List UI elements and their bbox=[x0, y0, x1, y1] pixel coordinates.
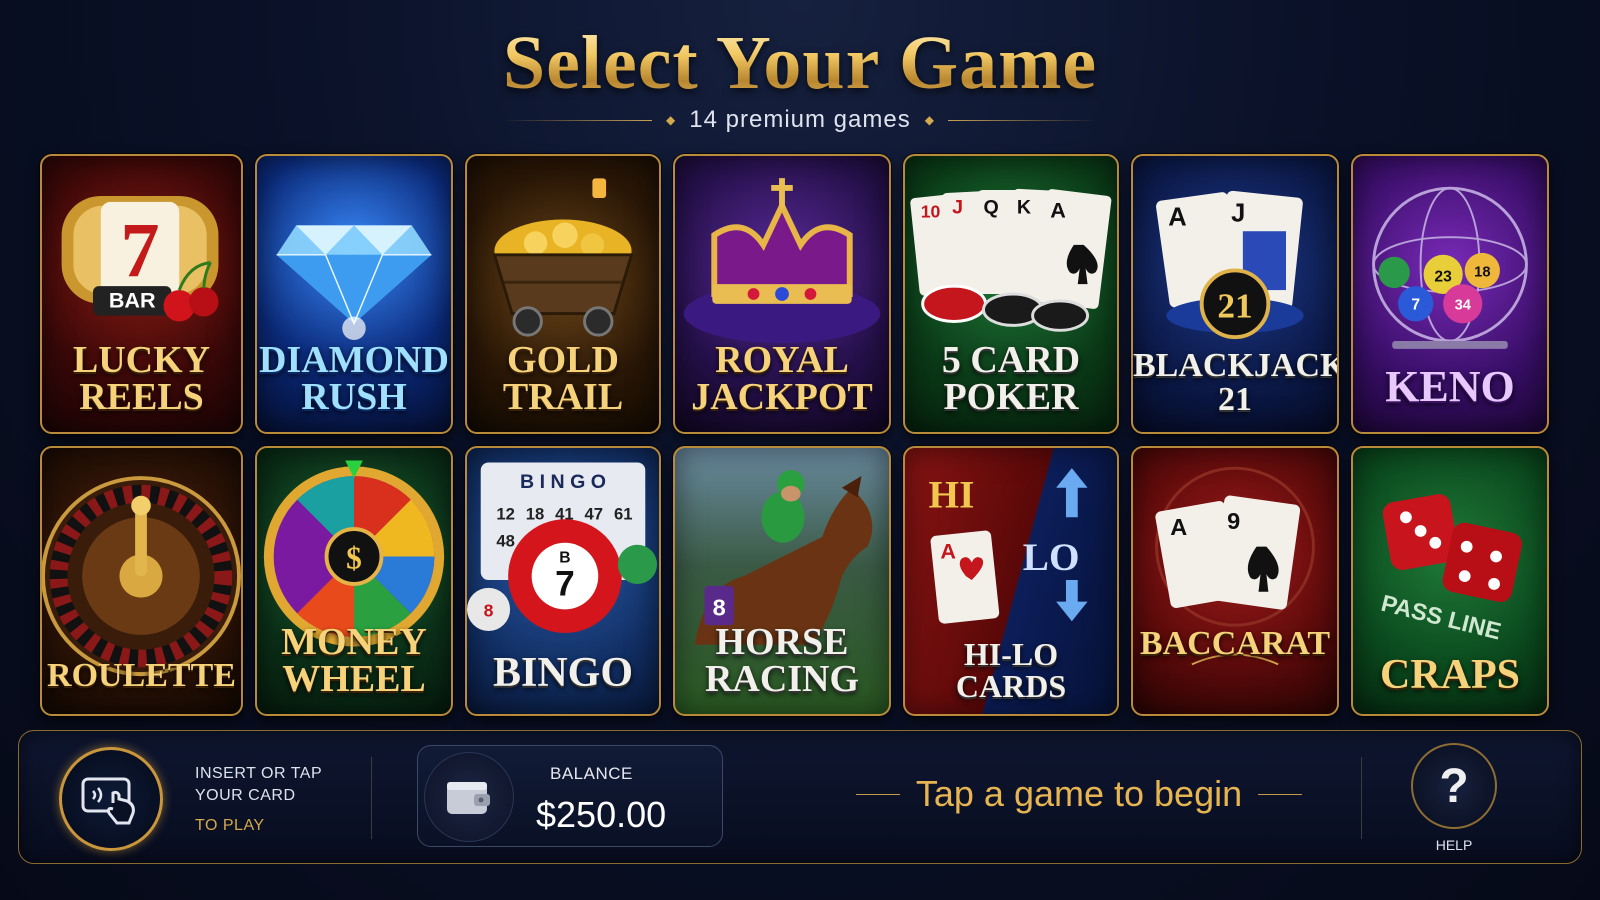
svg-text:9: 9 bbox=[1227, 508, 1240, 534]
balance-label: BALANCE bbox=[550, 764, 633, 783]
svg-text:7: 7 bbox=[555, 565, 575, 604]
wallet-icon bbox=[447, 782, 490, 814]
game-tile-craps[interactable]: PASS LINE CRAPS bbox=[1351, 446, 1549, 716]
game-tile-lucky-reels[interactable]: 7 BAR LUCKY REELS bbox=[40, 154, 243, 434]
game-title: HORSE RACING bbox=[704, 620, 860, 700]
svg-text:18: 18 bbox=[1474, 264, 1490, 280]
wallet-badge bbox=[424, 752, 514, 842]
game-title: LUCKY REELS bbox=[72, 338, 211, 418]
svg-text:8: 8 bbox=[484, 600, 494, 620]
divider-left bbox=[502, 119, 653, 121]
svg-text:7: 7 bbox=[1411, 297, 1420, 314]
subtitle-row: ◆ 14 premium games ◆ bbox=[0, 106, 1600, 134]
game-title: BLACKJACK 21 bbox=[1133, 347, 1339, 418]
bar-divider bbox=[1361, 757, 1362, 839]
to-play-text: TO PLAY bbox=[195, 817, 265, 834]
insert-card-instructions: INSERT OR TAP YOUR CARD TO PLAY bbox=[195, 763, 322, 837]
svg-text:61: 61 bbox=[614, 504, 633, 523]
card-reader-button[interactable] bbox=[59, 747, 163, 851]
game-grid: 7 BAR LUCKY REELS DIAMOND RUSH GOLD TRAI… bbox=[40, 154, 1560, 720]
game-tile-5-card-poker[interactable]: 10 J Q K A 5 CARD POKER bbox=[903, 154, 1119, 434]
svg-text:A: A bbox=[1170, 514, 1187, 540]
balance-amount: $250.00 bbox=[536, 794, 667, 835]
game-title: BINGO bbox=[492, 649, 634, 696]
game-tile-keno[interactable]: 23 18 7 34 KENO bbox=[1351, 154, 1549, 434]
game-title: ROYAL JACKPOT bbox=[691, 338, 873, 418]
prompt-line-left bbox=[855, 793, 900, 795]
game-tile-horse-racing[interactable]: 8 HORSE RACING bbox=[673, 446, 891, 716]
game-title: CRAPS bbox=[1379, 651, 1520, 698]
help-label: HELP bbox=[1435, 837, 1473, 853]
game-tile-hi-lo-cards[interactable]: HI LO A HI-LO CARDS bbox=[903, 446, 1119, 716]
svg-text:J: J bbox=[1231, 199, 1245, 227]
svg-text:34: 34 bbox=[1455, 298, 1472, 314]
svg-text:HI: HI bbox=[929, 473, 975, 516]
question-mark-icon: ? bbox=[1439, 759, 1469, 813]
svg-text:47: 47 bbox=[585, 504, 604, 523]
svg-text:K: K bbox=[1017, 197, 1031, 219]
svg-text:A: A bbox=[940, 538, 956, 563]
svg-text:8: 8 bbox=[713, 594, 726, 620]
svg-text:B I N G O: B I N G O bbox=[520, 471, 606, 493]
game-title: 5 CARD POKER bbox=[941, 338, 1081, 418]
page-title: Select Your Game bbox=[0, 20, 1600, 107]
game-title: BACCARAT bbox=[1139, 624, 1331, 662]
game-tile-bingo[interactable]: B I N G O 12 18 41 47 61 48 B 7 8 BINGO bbox=[465, 446, 661, 716]
diamond-ornament-icon: ◆ bbox=[666, 113, 676, 127]
svg-text:48: 48 bbox=[496, 532, 515, 551]
svg-text:A: A bbox=[1168, 203, 1186, 231]
game-tile-gold-trail[interactable]: GOLD TRAIL bbox=[465, 154, 661, 434]
help-button[interactable]: ? bbox=[1411, 743, 1497, 829]
game-tile-diamond-rush[interactable]: DIAMOND RUSH bbox=[255, 154, 453, 434]
game-title: ROULETTE bbox=[47, 656, 236, 694]
diamond-ornament-icon: ◆ bbox=[924, 113, 934, 127]
game-tile-baccarat[interactable]: A 9 BACCARAT bbox=[1131, 446, 1339, 716]
start-prompt: Tap a game to begin bbox=[799, 773, 1359, 815]
svg-text:$: $ bbox=[346, 540, 362, 575]
svg-text:BAR: BAR bbox=[109, 288, 156, 313]
svg-text:18: 18 bbox=[526, 504, 545, 523]
game-title: MONEY WHEEL bbox=[281, 620, 427, 700]
svg-text:23: 23 bbox=[1434, 268, 1452, 285]
game-tile-roulette[interactable]: ROULETTE bbox=[40, 446, 243, 716]
svg-text:A: A bbox=[1050, 197, 1066, 222]
svg-text:LO: LO bbox=[1023, 536, 1080, 579]
bar-divider bbox=[371, 757, 372, 839]
tap-card-icon bbox=[81, 777, 135, 825]
game-count: 14 premium games bbox=[689, 106, 911, 133]
bottom-bar: INSERT OR TAP YOUR CARD TO PLAY BALANCE … bbox=[18, 730, 1582, 864]
game-tile-money-wheel[interactable]: $ MONEY WHEEL bbox=[255, 446, 453, 716]
svg-text:J: J bbox=[952, 197, 963, 219]
baccarat-cards-icon: A 9 bbox=[1155, 466, 1315, 666]
game-tile-royal-jackpot[interactable]: ROYAL JACKPOT bbox=[673, 154, 891, 434]
game-title: GOLD TRAIL bbox=[502, 338, 624, 418]
game-title: DIAMOND RUSH bbox=[259, 338, 449, 418]
balance-panel: BALANCE $250.00 bbox=[417, 745, 723, 847]
prompt-text: Tap a game to begin bbox=[915, 773, 1243, 814]
svg-text:Q: Q bbox=[984, 197, 999, 219]
prompt-line-right bbox=[1258, 793, 1303, 795]
svg-text:7: 7 bbox=[120, 206, 159, 293]
divider-right bbox=[947, 119, 1098, 121]
svg-text:10: 10 bbox=[921, 201, 941, 221]
svg-text:12: 12 bbox=[496, 504, 515, 523]
game-title: HI-LO CARDS bbox=[955, 636, 1067, 704]
insert-line: YOUR CARD bbox=[195, 787, 296, 804]
game-tile-blackjack-21[interactable]: A J 21 BLACKJACK 21 bbox=[1131, 154, 1339, 434]
game-title: KENO bbox=[1385, 361, 1515, 411]
svg-text:21: 21 bbox=[1217, 287, 1252, 326]
insert-line: INSERT OR TAP bbox=[195, 765, 323, 782]
